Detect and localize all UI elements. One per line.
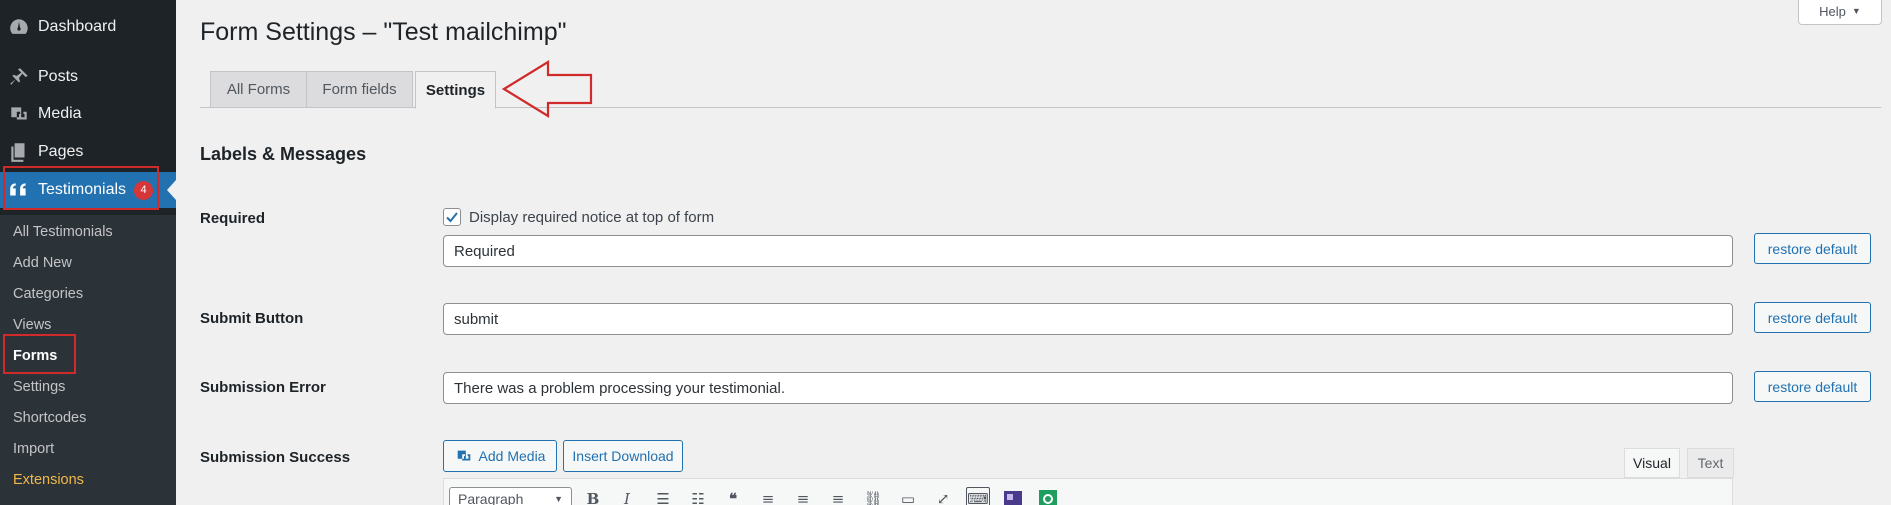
submenu-import[interactable]: Import bbox=[13, 441, 54, 457]
menu-media-label: Media bbox=[38, 105, 82, 122]
tab-form-fields[interactable]: Form fields bbox=[306, 71, 413, 108]
italic-icon[interactable]: I bbox=[615, 487, 639, 505]
format-select-value: Paragraph bbox=[458, 491, 524, 505]
dashboard-icon bbox=[0, 9, 38, 45]
toolbar-toggle-icon[interactable]: ⌨ bbox=[966, 487, 990, 505]
menu-testimonials-label: Testimonials bbox=[38, 181, 127, 198]
submit-button-label: Submit Button bbox=[200, 310, 304, 327]
submenu-categories[interactable]: Categories bbox=[13, 286, 83, 302]
admin-sidebar: Dashboard Posts Media Pages Testimonials… bbox=[0, 0, 176, 505]
menu-dashboard-label: Dashboard bbox=[38, 18, 117, 35]
menu-media[interactable]: Media bbox=[0, 96, 176, 132]
restore-default-button-submit[interactable]: restore default bbox=[1754, 302, 1871, 333]
submenu-extensions[interactable]: Extensions bbox=[13, 472, 84, 488]
numbered-list-icon[interactable]: ☷ bbox=[686, 487, 710, 505]
menu-pages[interactable]: Pages bbox=[0, 134, 176, 170]
help-label: Help bbox=[1819, 3, 1846, 19]
editor-tab-visual[interactable]: Visual bbox=[1624, 448, 1680, 478]
checkmark-icon bbox=[446, 212, 458, 223]
active-menu-arrow bbox=[167, 180, 176, 200]
add-media-label: Add Media bbox=[478, 448, 546, 464]
submenu-add-new[interactable]: Add New bbox=[13, 255, 72, 271]
align-center-icon[interactable]: ≡ bbox=[791, 487, 815, 505]
annotation-arrow-icon bbox=[502, 60, 593, 118]
required-label: Required bbox=[200, 210, 266, 227]
submenu-forms[interactable]: Forms bbox=[13, 348, 57, 364]
add-media-button[interactable]: Add Media bbox=[443, 440, 557, 472]
pages-icon bbox=[0, 134, 38, 170]
submission-error-input[interactable] bbox=[443, 372, 1733, 404]
insert-download-button[interactable]: Insert Download bbox=[563, 440, 683, 472]
chevron-down-icon: ▼ bbox=[554, 494, 563, 504]
menu-posts[interactable]: Posts bbox=[0, 59, 176, 95]
required-text-input[interactable] bbox=[443, 235, 1733, 267]
editor-tab-text[interactable]: Text bbox=[1687, 448, 1734, 478]
media-icon bbox=[0, 96, 38, 132]
submission-error-label: Submission Error bbox=[200, 379, 326, 396]
restore-default-button-error[interactable]: restore default bbox=[1754, 371, 1871, 402]
required-notice-checkbox[interactable] bbox=[443, 208, 461, 226]
submit-button-input[interactable] bbox=[443, 303, 1733, 335]
restore-default-button-required[interactable]: restore default bbox=[1754, 233, 1871, 264]
required-notice-label: Display required notice at top of form bbox=[469, 209, 715, 226]
section-title: Labels & Messages bbox=[200, 144, 367, 164]
menu-testimonials[interactable]: Testimonials 4 bbox=[0, 172, 176, 208]
menu-pages-label: Pages bbox=[38, 143, 84, 160]
plugin-block-icon[interactable] bbox=[1001, 487, 1025, 505]
notification-badge: 4 bbox=[134, 180, 154, 200]
format-select[interactable]: Paragraph ▼ bbox=[449, 487, 572, 505]
menu-posts-label: Posts bbox=[38, 68, 79, 85]
tab-all-forms[interactable]: All Forms bbox=[210, 71, 307, 108]
tab-settings[interactable]: Settings bbox=[415, 71, 496, 109]
page-title: Form Settings – "Test mailchimp" bbox=[200, 18, 567, 46]
quote-icon bbox=[0, 172, 38, 208]
submission-success-label: Submission Success bbox=[200, 449, 351, 466]
link-icon[interactable]: ⛓ bbox=[861, 487, 885, 505]
submenu-all-testimonials[interactable]: All Testimonials bbox=[13, 224, 113, 240]
align-right-icon[interactable]: ≡ bbox=[826, 487, 850, 505]
fullscreen-icon[interactable]: ⤢ bbox=[931, 487, 955, 505]
align-left-icon[interactable]: ≡ bbox=[756, 487, 780, 505]
add-media-icon bbox=[457, 450, 470, 461]
help-button[interactable]: Help ▼ bbox=[1798, 0, 1882, 25]
plugin-gear-icon[interactable] bbox=[1036, 487, 1060, 505]
submenu-shortcodes[interactable]: Shortcodes bbox=[13, 410, 86, 426]
read-more-icon[interactable]: ▭ bbox=[896, 487, 920, 505]
bold-icon[interactable]: B bbox=[581, 487, 605, 505]
bullet-list-icon[interactable]: ☰ bbox=[651, 487, 675, 505]
testimonials-submenu: All Testimonials Add New Categories View… bbox=[0, 215, 176, 505]
submenu-views[interactable]: Views bbox=[13, 317, 51, 333]
caret-down-icon: ▼ bbox=[1851, 6, 1861, 16]
submenu-settings[interactable]: Settings bbox=[13, 379, 65, 395]
pin-icon bbox=[0, 59, 38, 95]
menu-dashboard[interactable]: Dashboard bbox=[0, 9, 176, 45]
blockquote-icon[interactable]: ❝ bbox=[721, 487, 745, 505]
